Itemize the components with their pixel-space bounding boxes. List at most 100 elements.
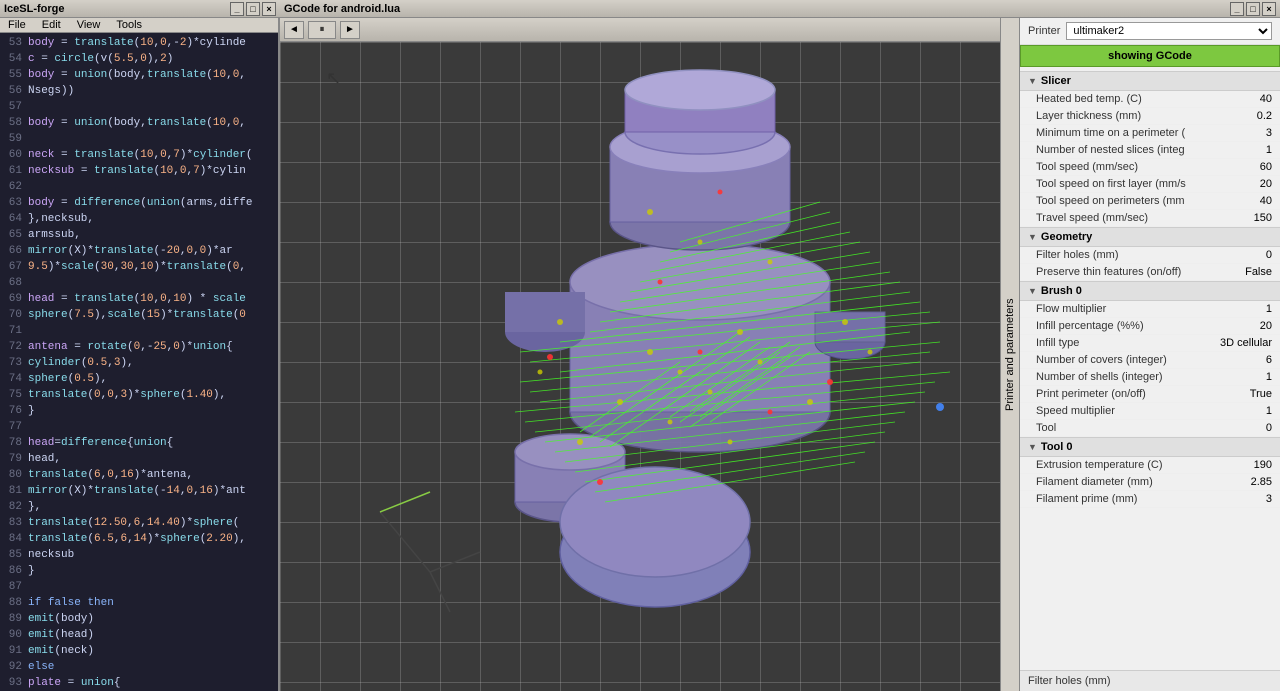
line-code: },necksub, bbox=[28, 211, 94, 227]
line-number: 60 bbox=[0, 147, 28, 163]
menu-file[interactable]: File bbox=[0, 18, 34, 32]
code-line: 67 9.5)*scale(30,30,10)*translate(0, bbox=[0, 259, 278, 275]
line-code: cylinder(0.5,3), bbox=[28, 355, 134, 371]
section-title: Geometry bbox=[1041, 231, 1092, 243]
prop-name: Print perimeter (on/off) bbox=[1036, 388, 1146, 400]
line-code: translate(6.5,6,14)*sphere(2.20), bbox=[28, 531, 246, 547]
r-close-btn[interactable]: × bbox=[1262, 2, 1276, 16]
prop-value: 3D cellular bbox=[1220, 337, 1272, 349]
main-row: File Edit View Tools 53body = translate(… bbox=[0, 18, 1280, 691]
prop-value: 2.85 bbox=[1251, 476, 1272, 488]
code-line: 64 },necksub, bbox=[0, 211, 278, 227]
r-maximize-btn[interactable]: □ bbox=[1246, 2, 1260, 16]
code-line: 74 sphere(0.5), bbox=[0, 371, 278, 387]
properties-footer: Filter holes (mm) bbox=[1020, 670, 1280, 691]
line-code: sphere(0.5), bbox=[28, 371, 107, 387]
line-number: 93 bbox=[0, 675, 28, 691]
3d-model-svg bbox=[360, 62, 1000, 642]
prop-row: Number of shells (integer)1 bbox=[1020, 369, 1280, 386]
line-code: head = translate(10,0,10) * scale bbox=[28, 291, 246, 307]
line-code: } bbox=[28, 403, 35, 419]
minimize-btn[interactable]: _ bbox=[230, 2, 244, 16]
prop-row: Tool speed on perimeters (mm40 bbox=[1020, 193, 1280, 210]
code-line: 82}, bbox=[0, 499, 278, 515]
line-number: 91 bbox=[0, 643, 28, 659]
prop-value: 1 bbox=[1266, 371, 1272, 383]
prop-value: 150 bbox=[1254, 212, 1272, 224]
section-header-brush-0[interactable]: ▼Brush 0 bbox=[1020, 281, 1280, 301]
pause-btn[interactable]: ⏸ bbox=[308, 21, 336, 39]
prop-value: 190 bbox=[1254, 459, 1272, 471]
line-code: } bbox=[28, 563, 35, 579]
viewport-canvas[interactable]: ↖ bbox=[280, 42, 1018, 691]
line-number: 78 bbox=[0, 435, 28, 451]
code-line: 92else bbox=[0, 659, 278, 675]
line-number: 72 bbox=[0, 339, 28, 355]
r-minimize-btn[interactable]: _ bbox=[1230, 2, 1244, 16]
prop-row: Heated bed temp. (C)40 bbox=[1020, 91, 1280, 108]
line-number: 68 bbox=[0, 275, 28, 291]
prop-name: Filter holes (mm) bbox=[1036, 249, 1119, 261]
prop-value: 1 bbox=[1266, 144, 1272, 156]
line-number: 56 bbox=[0, 83, 28, 99]
line-code: emit(head) bbox=[28, 627, 94, 643]
line-number: 53 bbox=[0, 35, 28, 51]
arrow-left-btn[interactable]: ◄ bbox=[284, 21, 304, 39]
code-line: 78head=difference{union{ bbox=[0, 435, 278, 451]
line-code: sphere(7.5),scale(15)*translate(0 bbox=[28, 307, 246, 323]
prop-row: Filament prime (mm)3 bbox=[1020, 491, 1280, 508]
line-code: body = union(body,translate(10,0, bbox=[28, 115, 246, 131]
printer-select[interactable]: ultimaker2 bbox=[1066, 22, 1272, 40]
prop-row: Layer thickness (mm)0.2 bbox=[1020, 108, 1280, 125]
close-btn[interactable]: × bbox=[262, 2, 276, 16]
line-number: 87 bbox=[0, 579, 28, 595]
code-line: 55body = union(body,translate(10,0, bbox=[0, 67, 278, 83]
line-number: 67 bbox=[0, 259, 28, 275]
prop-row: Minimum time on a perimeter (3 bbox=[1020, 125, 1280, 142]
line-code: head=difference{union{ bbox=[28, 435, 173, 451]
cursor-arrow: ↖ bbox=[326, 68, 341, 89]
code-line: 76} bbox=[0, 403, 278, 419]
prop-row: Preserve thin features (on/off)False bbox=[1020, 264, 1280, 281]
prop-name: Tool speed (mm/sec) bbox=[1036, 161, 1138, 173]
code-line: 77 bbox=[0, 419, 278, 435]
prop-row: Travel speed (mm/sec) 150 bbox=[1020, 210, 1280, 227]
section-header-geometry[interactable]: ▼Geometry bbox=[1020, 227, 1280, 247]
code-line: 75 translate(0,0,3)*sphere(1.40), bbox=[0, 387, 278, 403]
prop-name: Travel speed (mm/sec) bbox=[1036, 212, 1148, 224]
line-code: 9.5)*scale(30,30,10)*translate(0, bbox=[28, 259, 246, 275]
prop-name: Tool bbox=[1036, 422, 1056, 434]
section-title: Slicer bbox=[1041, 75, 1071, 87]
section-header-slicer[interactable]: ▼Slicer bbox=[1020, 71, 1280, 91]
line-number: 55 bbox=[0, 67, 28, 83]
line-code: if false then bbox=[28, 595, 114, 611]
prop-row: Filament diameter (mm)2.85 bbox=[1020, 474, 1280, 491]
maximize-btn[interactable]: □ bbox=[246, 2, 260, 16]
gcode-button[interactable]: showing GCode bbox=[1020, 45, 1280, 67]
menu-view[interactable]: View bbox=[69, 18, 109, 32]
menu-tools[interactable]: Tools bbox=[108, 18, 150, 32]
section-header-tool-0[interactable]: ▼Tool 0 bbox=[1020, 437, 1280, 457]
code-line: 70sphere(7.5),scale(15)*translate(0 bbox=[0, 307, 278, 323]
prop-name: Number of nested slices (integ bbox=[1036, 144, 1185, 156]
prop-value: 0 bbox=[1266, 422, 1272, 434]
line-code: armssub, bbox=[28, 227, 81, 243]
left-window-title: IceSL-forge bbox=[4, 3, 65, 15]
prop-row: Print perimeter (on/off)True bbox=[1020, 386, 1280, 403]
prop-name: Speed multiplier bbox=[1036, 405, 1115, 417]
line-code: head, bbox=[28, 451, 61, 467]
vertical-tab[interactable]: Printer and parameters bbox=[1000, 18, 1020, 691]
prop-name: Infill percentage (%%) bbox=[1036, 320, 1144, 332]
arrow-right-btn[interactable]: ► bbox=[340, 21, 360, 39]
prop-row: Flow multiplier1 bbox=[1020, 301, 1280, 318]
line-code: plate = union{ bbox=[28, 675, 120, 691]
viewport-panel: ◄ ⏸ ► bbox=[280, 18, 1020, 691]
code-line: 93 plate = union{ bbox=[0, 675, 278, 691]
menu-edit[interactable]: Edit bbox=[34, 18, 69, 32]
properties-panel: Printer and parameters Printer ultimaker… bbox=[1020, 18, 1280, 691]
line-number: 77 bbox=[0, 419, 28, 435]
prop-value: 3 bbox=[1266, 127, 1272, 139]
line-number: 70 bbox=[0, 307, 28, 323]
line-code: necksub bbox=[28, 547, 74, 563]
prop-row: Tool speed (mm/sec)60 bbox=[1020, 159, 1280, 176]
